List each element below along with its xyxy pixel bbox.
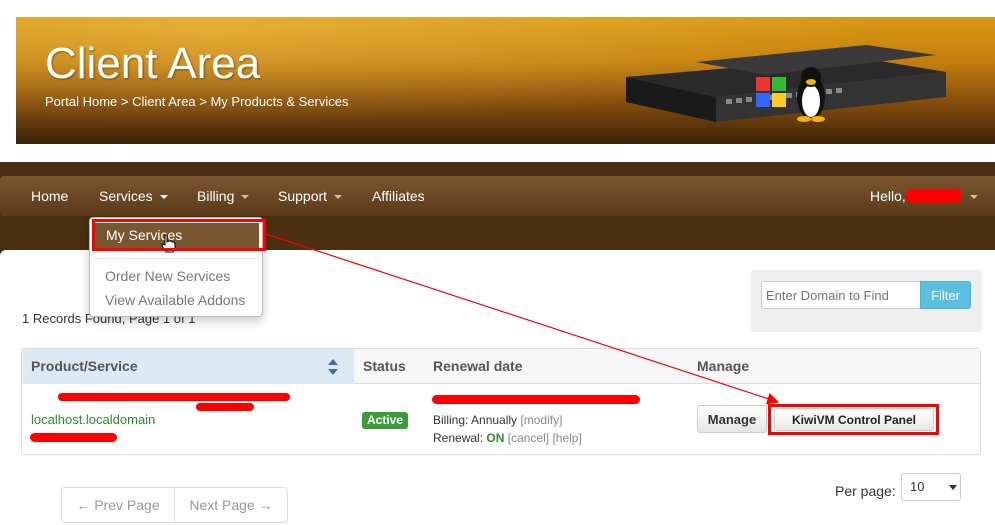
annotation-arrow <box>265 233 780 405</box>
